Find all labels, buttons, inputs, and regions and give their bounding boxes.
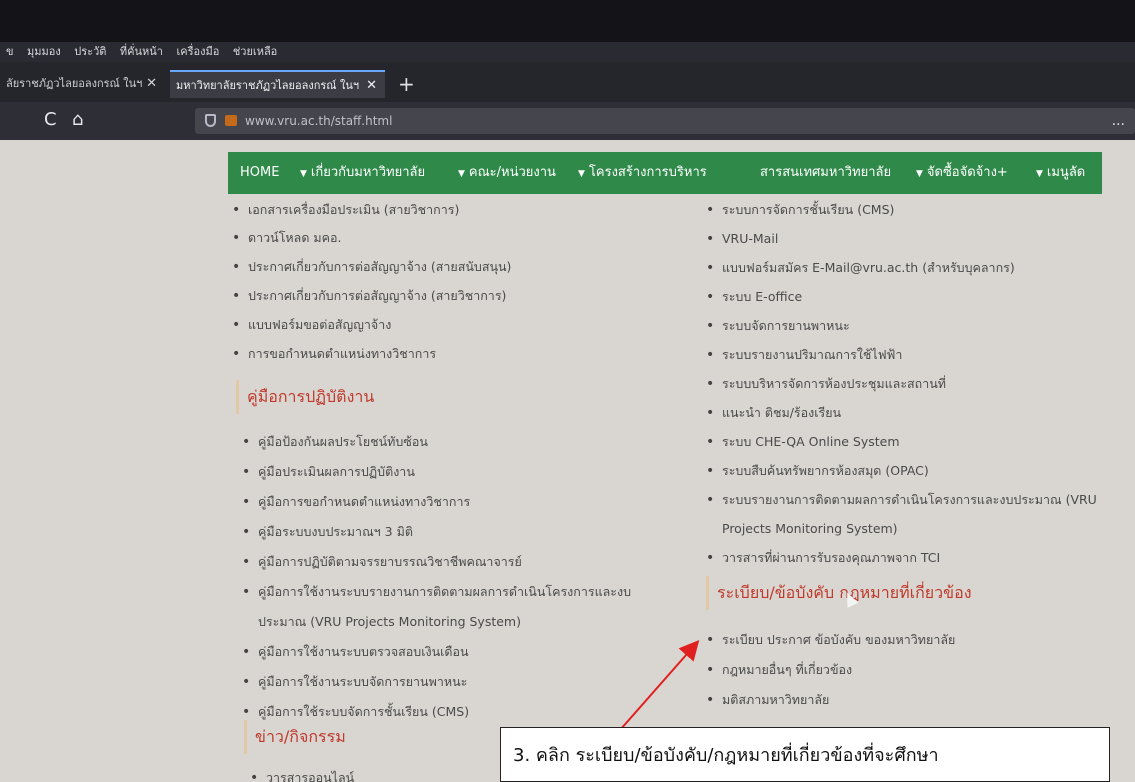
list-item[interactable]: ระบบ E-office	[702, 289, 1122, 305]
shield-icon[interactable]	[205, 114, 216, 127]
caret-down-icon: ▼	[578, 169, 585, 179]
list-item[interactable]: ระบบการจัดการชั้นเรียน (CMS)	[702, 202, 1122, 218]
nav-home[interactable]: HOME	[240, 152, 279, 194]
section-title-manual: คู่มือการปฏิบัติงาน	[236, 380, 374, 414]
manual-list: คู่มือป้องกันผลประโยชน์ทับซ้อน คู่มือประ…	[238, 434, 688, 720]
menu-item-history[interactable]: ประวัติ	[74, 45, 106, 58]
screen-bezel	[0, 0, 1135, 42]
insecure-lock-icon[interactable]	[225, 115, 237, 126]
regulation-link[interactable]: มติสภามหาวิทยาลัย	[702, 692, 1122, 708]
regulation-link[interactable]: ระเบียบ ประกาศ ข้อบังคับ ของมหาวิทยาลัย	[702, 632, 1122, 648]
list-item[interactable]: คู่มือประเมินผลการปฏิบัติงาน	[238, 464, 688, 480]
list-item[interactable]: คู่มือการขอกำหนดตำแหน่งทางวิชาการ	[238, 494, 688, 510]
list-item[interactable]: ระบบบริหารจัดการห้องประชุมและสถานที่	[702, 376, 1122, 392]
main-nav: HOME ▼ เกี่ยวกับมหาวิทยาลัย ▼ คณะ/หน่วยงาน…	[228, 152, 1102, 194]
address-bar[interactable]: www.vru.ac.th/staff.html ...	[195, 108, 1135, 134]
menu-item-help[interactable]: ช่วยเหลือ	[233, 45, 277, 58]
list-item[interactable]: ระบบสืบค้นทรัพยากรห้องสมุด (OPAC)	[702, 463, 1122, 479]
caret-down-icon: ▼	[916, 169, 923, 179]
nav-procure-label: จัดซื้อจัดจ้าง+	[926, 165, 1008, 180]
menu-bar: ข มุมมอง ประวัติ ที่คั่นหน้า เครื่องมือ …	[0, 42, 1135, 62]
nav-procure[interactable]: ▼ จัดซื้อจัดจ้าง+	[916, 152, 1008, 195]
list-item[interactable]: ประกาศเกี่ยวกับการต่อสัญญาจ้าง (สายวิชาก…	[228, 288, 668, 304]
annotation-callout: 3. คลิก ระเบียบ/ข้อบังคับ/กฎหมายที่เกี่ย…	[500, 727, 1110, 782]
list-item[interactable]: ดาวน์โหลด มคอ.	[228, 230, 668, 246]
regulation-link[interactable]: กฎหมายอื่นๆ ที่เกี่ยวข้อง	[702, 662, 1122, 678]
list-item[interactable]: คู่มือการใช้งานระบบตรวจสอบเงินเดือน	[238, 644, 688, 660]
list-item[interactable]: คู่มือการใช้งานระบบรายงานการติดตามผลการด…	[238, 584, 688, 600]
list-item[interactable]: แนะนำ ติชม/ร้องเรียน	[702, 405, 1122, 421]
list-item[interactable]: คู่มือการปฏิบัติตามจรรยาบรรณวิชาชีพคณาจา…	[238, 554, 688, 570]
list-item[interactable]: คู่มือการใช้งานระบบจัดการยานพาหนะ	[238, 674, 688, 690]
nav-structure-label: โครงสร้างการบริหาร	[588, 165, 707, 180]
list-item[interactable]: คู่มือระบบงบประมาณฯ 3 มิติ	[238, 524, 688, 540]
left-top-list: เอกสารเครื่องมือประเมิน (สายวิชาการ) ดาว…	[228, 202, 668, 362]
nav-menu-label: เมนูลัด	[1046, 165, 1086, 180]
new-tab-button[interactable]: +	[398, 70, 415, 98]
list-item[interactable]: การขอกำหนดตำแหน่งทางวิชาการ	[228, 346, 668, 362]
list-item[interactable]: ระบบจัดการยานพาหนะ	[702, 318, 1122, 334]
list-item[interactable]: คู่มือการใช้ระบบจัดการชั้นเรียน (CMS)	[238, 704, 688, 720]
list-item[interactable]: เอกสารเครื่องมือประเมิน (สายวิชาการ)	[228, 202, 668, 218]
web-page: HOME ▼ เกี่ยวกับมหาวิทยาลัย ▼ คณะ/หน่วยงาน…	[0, 140, 1135, 782]
list-item[interactable]: ระบบรายงานการติดตามผลการดำเนินโครงการและ…	[702, 492, 1122, 508]
url-text: www.vru.ac.th/staff.html	[245, 114, 393, 128]
list-item[interactable]: ระบบรายงานปริมาณการใช้ไฟฟ้า	[702, 347, 1122, 363]
list-item[interactable]: ระบบ CHE-QA Online System	[702, 434, 1122, 450]
nav-it[interactable]: สารสนเทศมหาวิทยาลัย	[760, 152, 891, 194]
home-icon[interactable]: ⌂	[72, 110, 83, 130]
nav-menu[interactable]: ▼ เมนูลัด	[1036, 152, 1085, 195]
tab-strip: ลัยราชภัฏวไลยอลงกรณ์ ในฯ ✕ มหาวิทยาลัยรา…	[0, 62, 1135, 102]
nav-about[interactable]: ▼ เกี่ยวกับมหาวิทยาลัย	[300, 152, 425, 195]
list-item[interactable]: วารสารที่ผ่านการรับรองคุณภาพจาก TCI	[702, 550, 1122, 566]
caret-down-icon: ▼	[300, 169, 307, 179]
list-item-continued[interactable]: ประมาณ (VRU Projects Monitoring System)	[238, 614, 688, 630]
list-item-continued[interactable]: Projects Monitoring System)	[702, 521, 1122, 537]
caret-down-icon: ▼	[1036, 169, 1043, 179]
caret-down-icon: ▼	[458, 169, 465, 179]
list-item[interactable]: คู่มือป้องกันผลประโยชน์ทับซ้อน	[238, 434, 688, 450]
list-item[interactable]: ประกาศเกี่ยวกับการต่อสัญญาจ้าง (สายสนับส…	[228, 259, 668, 275]
menu-item-tools[interactable]: เครื่องมือ	[176, 45, 219, 58]
list-item[interactable]: VRU-Mail	[702, 231, 1122, 247]
tab-active[interactable]: มหาวิทยาลัยราชภัฏวไลยอลงกรณ์ ในฯ ✕	[170, 70, 385, 98]
tab-title: ลัยราชภัฏวไลยอลงกรณ์ ในฯ	[6, 77, 143, 90]
section-title-regulation: ระเบียบ/ข้อบังคับ กฎหมายที่เกี่ยวข้อง	[706, 576, 972, 610]
close-icon[interactable]: ✕	[366, 72, 377, 98]
tab-previous[interactable]: ลัยราชภัฏวไลยอลงกรณ์ ในฯ ✕	[0, 70, 165, 98]
nav-about-label: เกี่ยวกับมหาวิทยาลัย	[310, 165, 426, 180]
right-list: ระบบการจัดการชั้นเรียน (CMS) VRU-Mail แบ…	[702, 202, 1122, 566]
reload-icon[interactable]: C	[44, 110, 57, 130]
regulation-list: ระเบียบ ประกาศ ข้อบังคับ ของมหาวิทยาลัย …	[702, 632, 1122, 708]
section-title-news: ข่าว/กิจกรรม	[244, 720, 346, 754]
list-item[interactable]: แบบฟอร์มสมัคร E-Mail@vru.ac.th (สำหรับบุ…	[702, 260, 1122, 276]
close-icon[interactable]: ✕	[146, 70, 157, 98]
tab-title: มหาวิทยาลัยราชภัฏวไลยอลงกรณ์ ในฯ	[176, 79, 360, 92]
nav-faculty[interactable]: ▼ คณะ/หน่วยงาน	[458, 152, 556, 195]
page-actions-icon[interactable]: ...	[1112, 108, 1125, 134]
menu-item[interactable]: ข	[6, 45, 14, 58]
menu-item-bookmarks[interactable]: ที่คั่นหน้า	[120, 45, 163, 58]
nav-faculty-label: คณะ/หน่วยงาน	[468, 165, 556, 180]
nav-structure[interactable]: ▼ โครงสร้างการบริหาร	[578, 152, 707, 195]
menu-item-view[interactable]: มุมมอง	[27, 45, 61, 58]
list-item[interactable]: แบบฟอร์มขอต่อสัญญาจ้าง	[228, 317, 668, 333]
navigation-bar: C ⌂ www.vru.ac.th/staff.html ...	[0, 102, 1135, 140]
